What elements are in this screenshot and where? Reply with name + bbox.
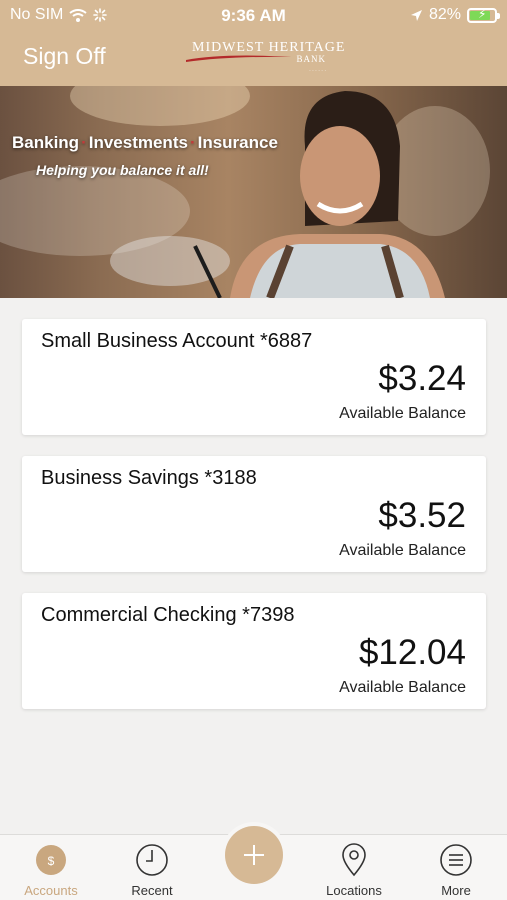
account-balance: $3.24 [378, 359, 466, 398]
tab-label: Recent [131, 883, 173, 898]
account-balance: $3.52 [378, 496, 466, 535]
clock-icon [136, 844, 168, 876]
tab-locations[interactable]: Locations [309, 835, 399, 900]
status-bar: No SIM 9:36 AM 82% ⚡ [0, 0, 507, 30]
app-header: No SIM 9:36 AM 82% ⚡ Sign Off MIDWEST HE… [0, 0, 507, 86]
sign-off-button[interactable]: Sign Off [23, 43, 106, 70]
logo-swoosh-icon [186, 55, 292, 62]
balance-label: Available Balance [339, 405, 466, 422]
hero-title: Banking · Investments · Insurance [12, 133, 278, 152]
balance-label: Available Balance [339, 542, 466, 559]
balance-label: Available Balance [339, 679, 466, 696]
logo-tagline: · · · · · · [309, 68, 326, 74]
tab-recent[interactable]: Recent [107, 835, 197, 900]
tab-more[interactable]: More [411, 835, 501, 900]
battery-percent: 82% [428, 6, 461, 23]
bank-logo: MIDWEST HERITAGE BANK · · · · · · [184, 40, 344, 78]
account-card[interactable]: Small Business Account *6887 $3.24 Avail… [22, 319, 486, 435]
account-name: Small Business Account *6887 [41, 330, 313, 352]
location-arrow-icon [410, 9, 422, 21]
hero-photo-person [193, 91, 445, 298]
tab-label: Accounts [24, 883, 78, 898]
account-card[interactable]: Business Savings *3188 $3.52 Available B… [22, 456, 486, 572]
account-name: Business Savings *3188 [41, 467, 257, 489]
logo-line2: BANK [296, 54, 326, 64]
account-name: Commercial Checking *7398 [41, 604, 295, 626]
menu-icon [440, 844, 472, 876]
hero-subtitle: Helping you balance it all! [36, 162, 209, 178]
svg-text:$: $ [48, 854, 55, 868]
account-card[interactable]: Commercial Checking *7398 $12.04 Availab… [22, 593, 486, 709]
add-button[interactable] [225, 826, 283, 884]
accounts-icon: $ [36, 845, 66, 875]
hero-banner: Banking · Investments · Insurance Helping yo… [0, 86, 507, 298]
battery-icon: ⚡ [467, 7, 500, 23]
tab-label: More [441, 883, 471, 898]
account-balance: $12.04 [358, 633, 466, 672]
tab-label: Locations [326, 883, 382, 898]
location-pin-icon [342, 843, 366, 877]
tab-accounts[interactable]: $ Accounts [6, 835, 96, 900]
